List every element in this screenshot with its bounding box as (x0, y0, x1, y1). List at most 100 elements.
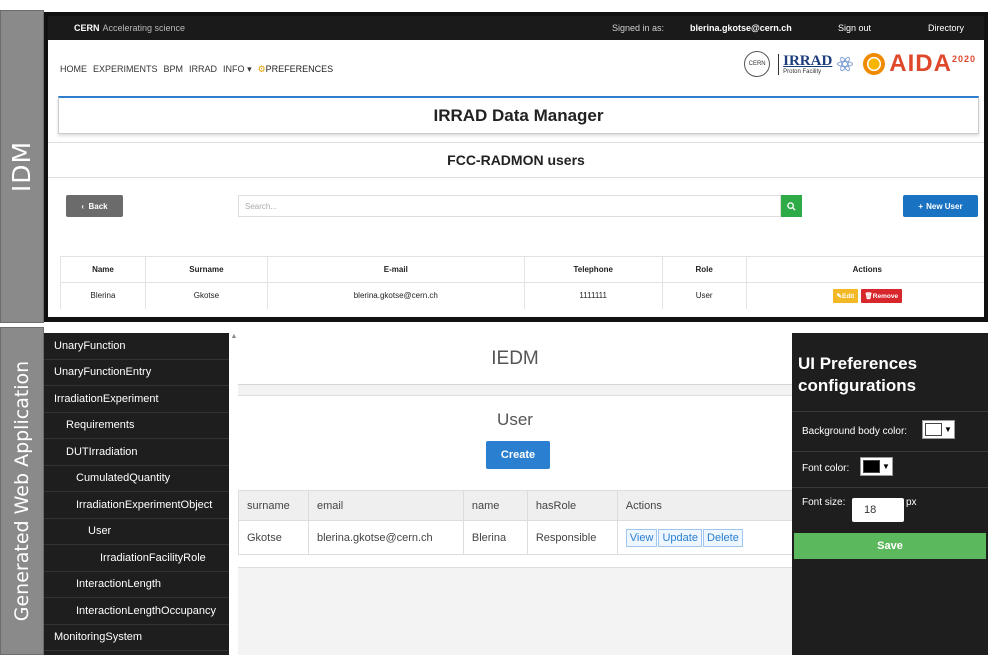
sidebar-item[interactable]: DUTIrradiation (44, 439, 229, 466)
col-role: Role (661, 256, 747, 283)
nav-home[interactable]: HOME (60, 64, 87, 75)
col-hasrole: hasRole (526, 490, 618, 521)
preferences-title: UI Preferences configurations (798, 354, 918, 395)
sidebar-item[interactable]: UnaryFunction (44, 333, 229, 360)
cell-actions: View Update Delete (616, 520, 792, 555)
preferences-panel: UI Preferences configurations Background… (792, 333, 988, 655)
chevron-down-icon: ▾ (247, 64, 252, 74)
nav-irrad[interactable]: IRRAD (189, 64, 217, 75)
col-name: name (462, 490, 528, 521)
sidebar-item[interactable]: InteractionLengthOccupancy (44, 598, 229, 625)
font-size-unit: px (906, 497, 917, 508)
cell-email: blerina.gkotse@cern.ch (266, 282, 525, 309)
cell-role: User (661, 282, 747, 309)
bg-color-label: Background body color: (802, 426, 908, 437)
col-actions: Actions (745, 256, 984, 283)
edit-button[interactable]: ✎Edit (832, 288, 859, 303)
save-button[interactable]: Save (794, 533, 986, 559)
sidebar-item[interactable]: IrradiationFacilityRole (44, 545, 229, 572)
nav-menu: HOME EXPERIMENTS BPM IRRAD INFO ▾ ⚙PREFE… (60, 64, 333, 75)
table-header-row: surname email name hasRole Actions (238, 490, 792, 521)
generated-label-text: Generated Web Application (11, 360, 33, 622)
scroll-up-icon[interactable]: ▲ (230, 333, 238, 347)
view-button[interactable]: View (625, 528, 658, 547)
signed-in-email: blerina.gkotse@cern.ch (690, 23, 792, 33)
sidebar-item[interactable]: MonitoringSystem (44, 625, 229, 651)
sidebar-item[interactable]: IrradiationExperiment (44, 386, 229, 413)
app-title: IEDM (238, 333, 792, 385)
new-user-button[interactable]: + New User (903, 195, 978, 217)
sidebar-item[interactable]: User (44, 519, 229, 545)
sidebar-item[interactable]: IrradiationExperimentObject (44, 492, 229, 519)
font-size-input[interactable]: 18 (852, 498, 904, 522)
idm-label-text: IDM (7, 140, 37, 193)
main-content: IEDM User Create surname email name hasR… (238, 333, 792, 655)
font-size-row: Font size: 18 px (792, 487, 988, 529)
cell-email: blerina.gkotse@cern.ch (307, 520, 464, 555)
col-surname: surname (238, 490, 309, 521)
sidebar-item[interactable]: InteractionLength (44, 572, 229, 598)
cell-actions: ✎Edit 🗑Remove (745, 282, 984, 309)
search-input[interactable]: Search... (238, 195, 781, 217)
idm-section-title: FCC-RADMON users (48, 142, 984, 178)
cell-surname: Gkotse (238, 520, 309, 555)
cell-name: Blerina (60, 282, 146, 309)
sidebar-item[interactable]: UnaryFunctionEntry (44, 360, 229, 386)
bg-color-picker[interactable]: ▼ (922, 420, 955, 439)
aida-sun-icon (863, 53, 886, 75)
idm-page-title: IRRAD Data Manager (58, 96, 979, 134)
sidebar-item[interactable]: CumulatedQuantity (44, 466, 229, 492)
bg-color-swatch (925, 423, 942, 436)
class-tree-sidebar: UnaryFunction UnaryFunctionEntry Irradiati… (44, 333, 229, 655)
atom-icon (835, 54, 855, 74)
remove-button[interactable]: 🗑Remove (860, 288, 903, 303)
col-email: E-mail (266, 256, 525, 283)
back-button[interactable]: ‹ Back (66, 195, 123, 217)
sign-out-link[interactable]: Sign out (838, 23, 871, 33)
signed-in-label: Signed in as: (612, 23, 665, 33)
cern-brand[interactable]: CERN Accelerating science (74, 23, 185, 33)
table-header-row: Name Surname E-mail Telephone Role Actio… (60, 256, 984, 283)
nav-info[interactable]: INFO ▾ (223, 64, 252, 75)
generated-app-side-label: Generated Web Application (0, 327, 44, 655)
nav-preferences[interactable]: ⚙PREFERENCES (258, 64, 334, 75)
font-color-row: Font color: ▼ (792, 451, 988, 487)
cern-logo: CERN (744, 51, 771, 77)
idm-nav: HOME EXPERIMENTS BPM IRRAD INFO ▾ ⚙PREFE… (48, 40, 984, 96)
cell-surname: Gkotse (144, 282, 268, 309)
nav-bpm[interactable]: BPM (164, 64, 184, 75)
idm-users-table: Name Surname E-mail Telephone Role Actio… (60, 256, 984, 309)
bg-color-row: Background body color: ▼ (792, 411, 988, 451)
partner-logos: CERN IRRAD Proton Facility AIDA2020 (744, 50, 976, 78)
search-button[interactable] (781, 195, 802, 217)
sidebar-item[interactable]: Requirements (44, 413, 229, 439)
table-row: Gkotse blerina.gkotse@cern.ch Blerina Re… (238, 520, 792, 555)
generated-app-panel: UnaryFunction UnaryFunctionEntry Irradiati… (44, 333, 988, 655)
nav-experiments[interactable]: EXPERIMENTS (93, 64, 158, 75)
col-surname: Surname (144, 256, 268, 283)
cell-hasrole: Responsible (526, 520, 618, 555)
search-icon (787, 201, 796, 211)
col-telephone: Telephone (523, 256, 663, 283)
col-name: Name (60, 256, 146, 283)
idm-side-label: IDM (0, 10, 44, 323)
font-color-swatch (863, 460, 880, 473)
plus-icon: + (918, 201, 924, 211)
col-actions: Actions (616, 490, 792, 521)
gears-icon: ⚙ (257, 64, 266, 74)
delete-button[interactable]: Delete (703, 528, 743, 547)
create-button[interactable]: Create (486, 441, 550, 469)
chevron-left-icon: ‹ (81, 201, 89, 211)
directory-link[interactable]: Directory (928, 23, 964, 33)
font-color-picker[interactable]: ▼ (860, 457, 893, 476)
idm-action-bar: ‹ Back Search... + New User (48, 178, 984, 240)
idm-panel: CERN Accelerating science Signed in as: b… (44, 12, 988, 322)
irrad-logo: IRRAD Proton Facility (778, 53, 855, 75)
user-table: surname email name hasRole Actions Gkots… (238, 490, 792, 555)
update-button[interactable]: Update (658, 528, 702, 547)
cell-name: Blerina (462, 520, 528, 555)
trash-icon: 🗑 (864, 292, 873, 300)
font-color-label: Font color: (802, 463, 850, 474)
cern-top-bar: CERN Accelerating science Signed in as: b… (48, 16, 984, 40)
section-title: User (497, 410, 533, 429)
